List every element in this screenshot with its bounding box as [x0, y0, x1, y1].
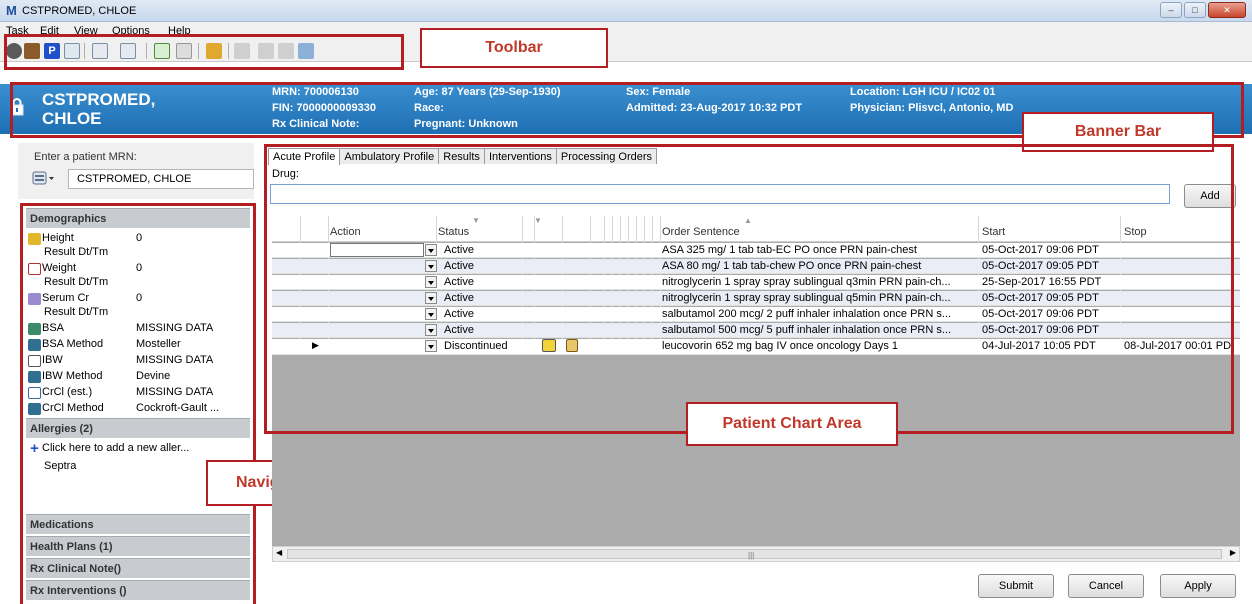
close-button[interactable]: ✕	[1208, 2, 1246, 18]
submit-button[interactable]: Submit	[978, 574, 1054, 598]
patient-search-input[interactable]: CSTPROMED, CHLOE	[68, 169, 254, 189]
scroll-left-icon[interactable]: ◀	[276, 548, 282, 557]
chart-area-annotation-box	[264, 144, 1234, 434]
search-type-dropdown-icon[interactable]	[32, 170, 56, 188]
window-titlebar: M CSTPROMED, CHLOE – □ ✕	[0, 0, 1252, 22]
horizontal-scrollbar[interactable]: ◀ ||| ▶	[272, 546, 1240, 562]
navigator-annotation-box	[20, 203, 256, 604]
window-title: CSTPROMED, CHLOE	[22, 5, 137, 17]
maximize-button[interactable]: □	[1184, 2, 1206, 18]
app-icon: M	[6, 3, 17, 18]
patient-search: Enter a patient MRN: CSTPROMED, CHLOE	[18, 143, 254, 199]
apply-button[interactable]: Apply	[1160, 574, 1236, 598]
scroll-right-icon[interactable]: ▶	[1230, 548, 1236, 557]
toolbar-annotation-label: Toolbar	[420, 28, 608, 68]
cancel-button[interactable]: Cancel	[1068, 574, 1144, 598]
minimize-button[interactable]: –	[1160, 2, 1182, 18]
chart-area-annotation-label: Patient Chart Area	[686, 402, 898, 446]
patient-search-label: Enter a patient MRN:	[34, 151, 137, 163]
scrollbar-thumb[interactable]: |||	[287, 549, 1222, 560]
window-controls: – □ ✕	[1160, 2, 1246, 18]
toolbar-annotation-box	[4, 34, 404, 70]
